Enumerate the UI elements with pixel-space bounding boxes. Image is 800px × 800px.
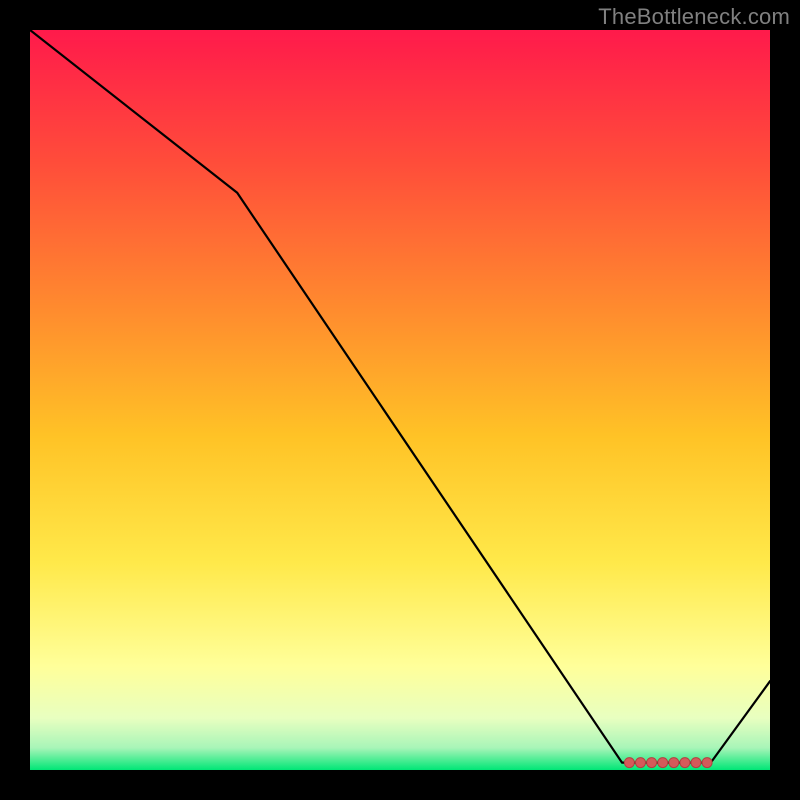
chart-frame: TheBottleneck.com <box>0 0 800 800</box>
attribution-text: TheBottleneck.com <box>598 4 790 30</box>
optimal-marker <box>669 758 679 768</box>
optimal-marker <box>691 758 701 768</box>
plot-area <box>30 30 770 770</box>
optimal-marker <box>680 758 690 768</box>
optimal-marker <box>624 758 634 768</box>
optimal-marker <box>658 758 668 768</box>
plot-svg <box>30 30 770 770</box>
gradient-background <box>30 30 770 770</box>
optimal-marker <box>647 758 657 768</box>
optimal-marker <box>702 758 712 768</box>
optimal-marker <box>636 758 646 768</box>
